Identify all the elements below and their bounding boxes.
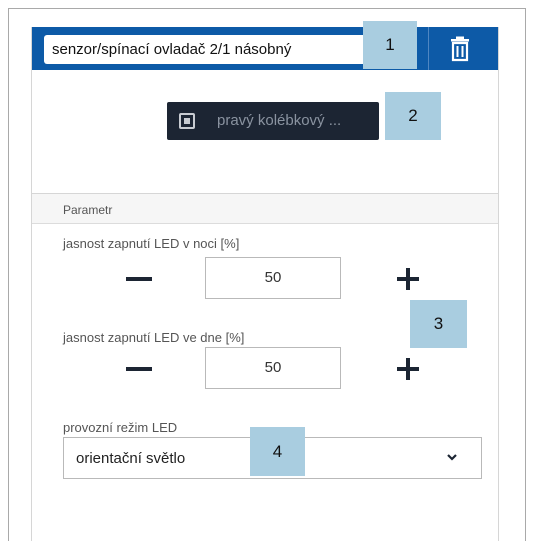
header-divider [428, 27, 429, 70]
night-led-label: jasnost zapnutí LED v noci [%] [63, 236, 240, 251]
trash-icon[interactable] [446, 36, 474, 62]
panel-header: senzor/spínací ovladač 2/1 násobný [32, 27, 498, 70]
rocker-channel-button[interactable]: pravý kolébkový ... [167, 102, 379, 140]
night-led-decrease-button[interactable] [126, 277, 152, 281]
night-led-increase-button[interactable] [397, 268, 419, 290]
callout-badge-1: 1 [363, 21, 417, 69]
rocker-channel-label: pravý kolébkový ... [217, 112, 342, 129]
day-led-value-input[interactable]: 50 [205, 347, 341, 389]
rocker-switch-icon [179, 113, 195, 129]
led-mode-label: provozní režim LED [63, 420, 178, 435]
led-mode-selected-value: orientační světlo [76, 450, 186, 467]
callout-badge-3: 3 [410, 300, 467, 348]
night-led-value-input[interactable]: 50 [205, 257, 341, 299]
callout-badge-2: 2 [385, 92, 441, 140]
callout-badge-4: 4 [250, 427, 305, 476]
day-led-label: jasnost zapnutí LED ve dne [%] [63, 330, 245, 345]
chevron-down-icon [447, 454, 457, 461]
parameters-section-title: Parametr [32, 194, 498, 224]
day-led-decrease-button[interactable] [126, 367, 152, 371]
day-led-increase-button[interactable] [397, 358, 419, 380]
device-name-field[interactable]: senzor/spínací ovladač 2/1 násobný [44, 35, 399, 64]
